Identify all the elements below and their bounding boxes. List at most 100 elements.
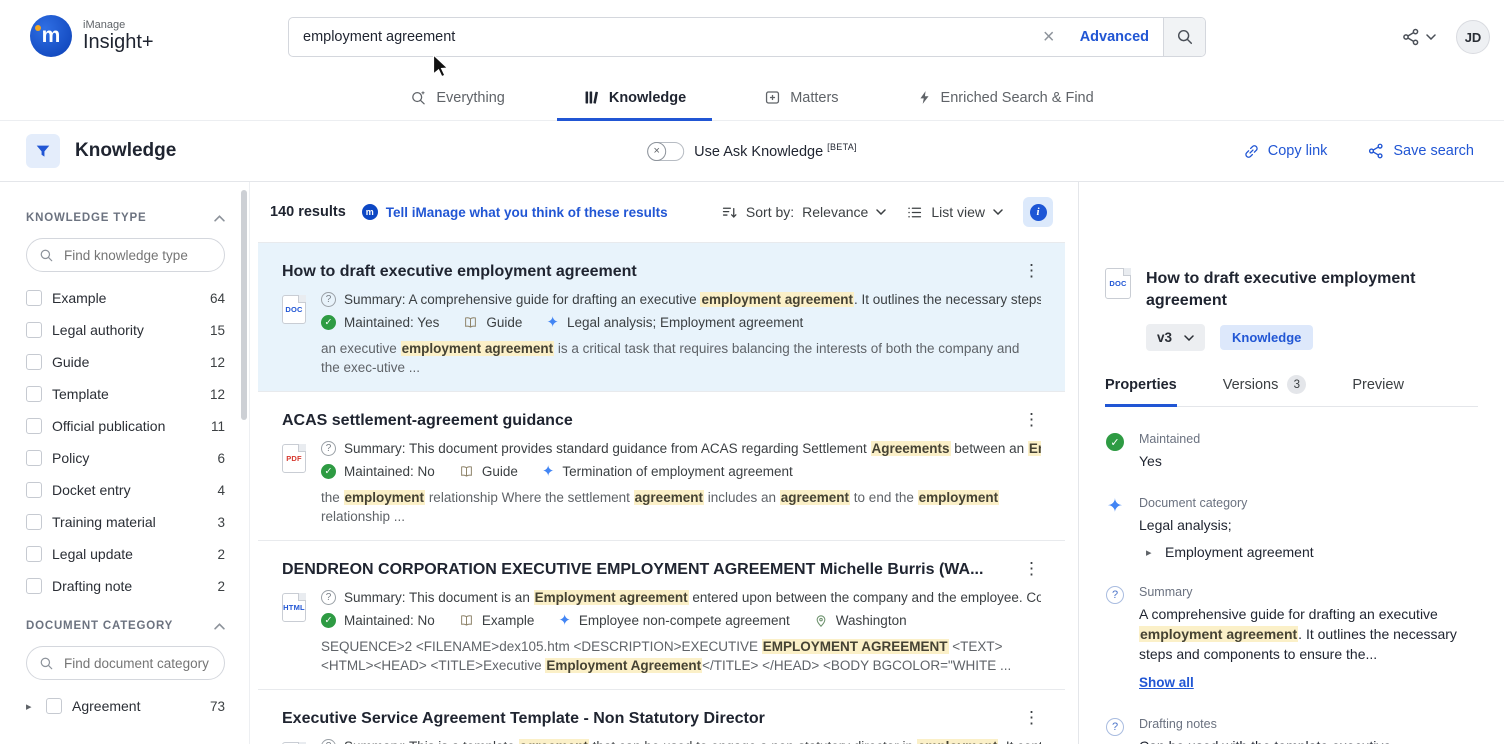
sort-dropdown[interactable]: Sort by: Relevance [721, 204, 886, 221]
filter-item[interactable]: Docket entry4 [26, 474, 225, 506]
kebab-menu-icon[interactable]: ⋮ [1017, 261, 1041, 281]
check-icon: ✓ [1106, 433, 1124, 451]
filter-funnel-icon[interactable] [26, 134, 60, 168]
result-summary: Summary: A comprehensive guide for draft… [344, 292, 1041, 307]
knowledge-type-search-input[interactable] [62, 247, 212, 264]
clear-search-icon[interactable]: × [1032, 18, 1066, 56]
result-title[interactable]: Executive Service Agreement Template - N… [282, 708, 1005, 730]
maintained-badge: ✓Maintained: Yes [321, 315, 439, 330]
tab-versions[interactable]: Versions3 [1223, 375, 1307, 406]
filter-item[interactable]: Official publication11 [26, 410, 225, 442]
share-menu[interactable] [1401, 27, 1436, 47]
result-title[interactable]: ACAS settlement-agreement guidance [282, 410, 1005, 432]
tab-preview[interactable]: Preview [1352, 375, 1404, 406]
filter-item[interactable]: Legal update2 [26, 538, 225, 570]
list-view-icon [906, 204, 923, 221]
filter-count: 11 [211, 419, 225, 434]
question-icon: ? [1106, 718, 1124, 736]
copy-link-button[interactable]: Copy link [1243, 142, 1328, 160]
details-title: How to draft executive employment agreem… [1146, 268, 1478, 312]
property-label: Document category [1139, 496, 1314, 510]
kebab-menu-icon[interactable]: ⋮ [1017, 559, 1041, 579]
show-all-link[interactable]: Show all [1139, 675, 1194, 690]
results-count: 140 results [270, 204, 346, 220]
checkbox[interactable] [26, 290, 42, 306]
kebab-menu-icon[interactable]: ⋮ [1017, 708, 1041, 728]
collapse-chevron-icon[interactable] [214, 623, 225, 630]
filter-item-expandable[interactable]: ▸ Agreement 73 [26, 690, 225, 722]
filter-item[interactable]: Guide12 [26, 346, 225, 378]
book-icon [463, 315, 478, 330]
tab-properties[interactable]: Properties [1105, 375, 1177, 406]
book-icon [459, 613, 474, 628]
info-button[interactable]: i [1023, 197, 1053, 227]
imanage-logo-icon: m [30, 15, 72, 57]
tab-knowledge[interactable]: Knowledge [557, 75, 712, 120]
check-icon: ✓ [321, 315, 336, 330]
result-card[interactable]: Executive Service Agreement Template - N… [258, 689, 1065, 744]
property-label: Drafting notes [1139, 717, 1391, 731]
search-input[interactable] [289, 18, 1032, 56]
imanage-dot-icon: m [362, 204, 378, 220]
save-search-button[interactable]: Save search [1367, 142, 1474, 160]
results-panel: 140 results m Tell iManage what you thin… [250, 182, 1078, 744]
collapse-chevron-icon[interactable] [214, 215, 225, 222]
sidebar-scrollbar[interactable] [241, 190, 247, 420]
doc-file-icon: DOC [282, 295, 306, 324]
maintained-badge: ✓Maintained: No [321, 613, 435, 628]
search-icon [39, 248, 54, 263]
page-actions: Copy link Save search [1243, 142, 1474, 160]
checkbox[interactable] [26, 450, 42, 466]
checkbox[interactable] [26, 514, 42, 530]
filter-item[interactable]: Example64 [26, 282, 225, 314]
checkbox[interactable] [26, 482, 42, 498]
checkbox[interactable] [26, 418, 42, 434]
filter-item[interactable]: Template12 [26, 378, 225, 410]
section-title: KNOWLEDGE TYPE [26, 212, 146, 224]
document-category-search-input[interactable] [62, 655, 212, 672]
category-sub-item[interactable]: ▸ Employment agreement [1139, 544, 1314, 560]
search-icon [39, 656, 54, 671]
check-icon: ✓ [321, 613, 336, 628]
filter-count: 2 [217, 579, 225, 594]
ask-knowledge-toggle[interactable]: × [647, 142, 684, 161]
checkbox[interactable] [26, 354, 42, 370]
tab-matters[interactable]: Matters [738, 75, 864, 120]
view-dropdown[interactable]: List view [906, 204, 1003, 221]
checkbox[interactable] [46, 698, 62, 714]
knowledge-type-section-header: KNOWLEDGE TYPE [26, 212, 225, 224]
save-search-label: Save search [1393, 143, 1474, 159]
result-title[interactable]: How to draft executive employment agreem… [282, 261, 1005, 283]
checkbox[interactable] [26, 546, 42, 562]
advanced-search-link[interactable]: Advanced [1066, 18, 1163, 56]
books-icon [583, 89, 600, 106]
filter-item[interactable]: Training material3 [26, 506, 225, 538]
result-card[interactable]: How to draft executive employment agreem… [258, 242, 1065, 391]
kebab-menu-icon[interactable]: ⋮ [1017, 410, 1041, 430]
filter-count: 12 [210, 355, 225, 370]
search-button[interactable] [1163, 18, 1205, 56]
versions-count-badge: 3 [1287, 375, 1306, 394]
result-title[interactable]: DENDREON CORPORATION EXECUTIVE EMPLOYMEN… [282, 559, 1005, 581]
checkbox[interactable] [26, 322, 42, 338]
result-card[interactable]: DENDREON CORPORATION EXECUTIVE EMPLOYMEN… [258, 540, 1065, 689]
filter-item[interactable]: Drafting note2 [26, 570, 225, 602]
user-avatar[interactable]: JD [1456, 20, 1490, 54]
expand-caret-icon[interactable]: ▸ [26, 700, 36, 713]
feedback-link[interactable]: m Tell iManage what you think of these r… [362, 204, 668, 220]
filter-item[interactable]: Policy6 [26, 442, 225, 474]
brand-name: iManage [83, 19, 154, 31]
tab-everything[interactable]: Everything [384, 75, 531, 120]
tab-enriched-search[interactable]: Enriched Search & Find [891, 75, 1120, 120]
version-select[interactable]: v3 [1146, 324, 1205, 351]
question-icon: ? [321, 292, 336, 307]
checkbox[interactable] [26, 578, 42, 594]
app-logo[interactable]: m iManage Insight+ [30, 15, 154, 57]
result-card[interactable]: ACAS settlement-agreement guidance ⋮ PDF… [258, 391, 1065, 540]
tab-label: Knowledge [609, 90, 686, 106]
html-file-icon: HTML [282, 593, 306, 622]
filter-item[interactable]: Legal authority15 [26, 314, 225, 346]
header-actions: JD [1401, 20, 1490, 54]
document-category-badge: ✦Termination of employment agreement [542, 464, 793, 479]
checkbox[interactable] [26, 386, 42, 402]
